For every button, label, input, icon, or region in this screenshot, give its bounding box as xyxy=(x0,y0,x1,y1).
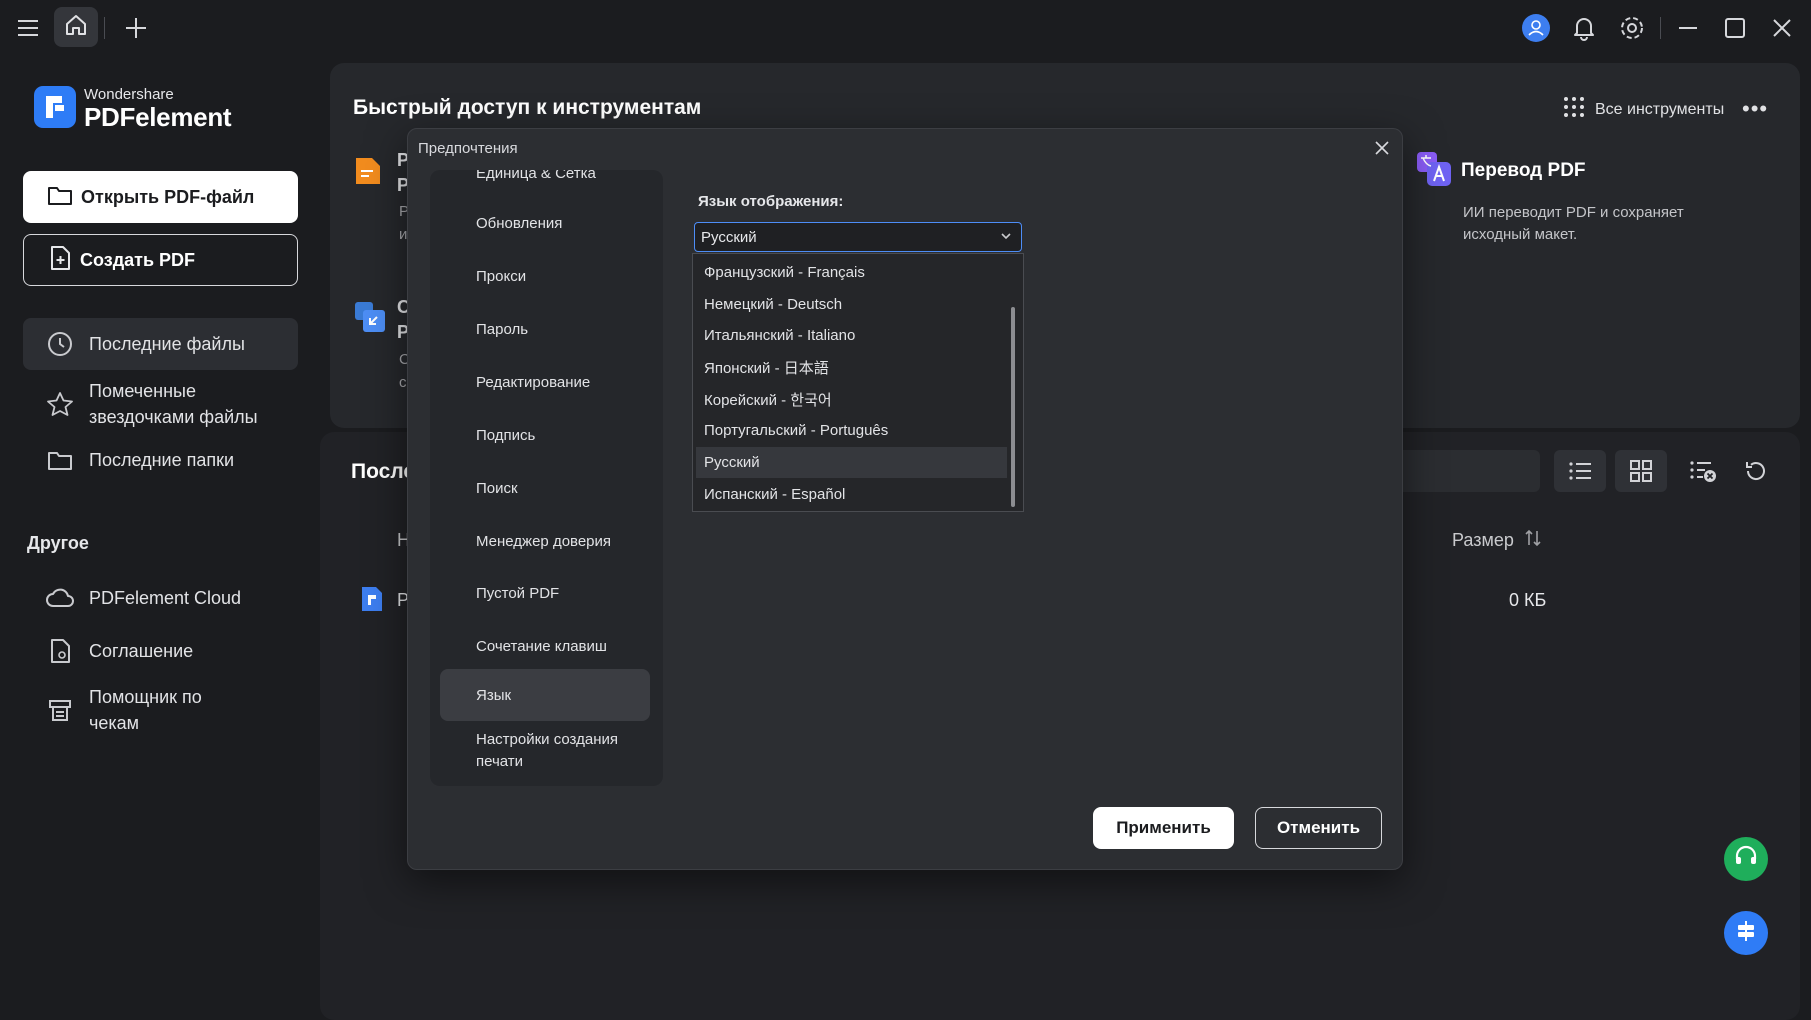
open-pdf-button[interactable]: Открыть PDF-файл xyxy=(23,171,298,223)
sidebar-item-label: Помощник по чекам xyxy=(89,687,202,733)
dialog-title: Предпочтения xyxy=(418,140,518,157)
pref-nav-item-trust-manager[interactable]: Менеджер доверия xyxy=(440,521,650,561)
sidebar-item-starred-files[interactable]: Помеченные звездочками файлы xyxy=(23,376,298,432)
sidebar-item-recent-folders[interactable]: Последние папки xyxy=(23,438,298,482)
all-tools-label: Все инструменты xyxy=(1595,100,1725,118)
tool-icon-orange[interactable] xyxy=(353,155,383,192)
grid-dots-icon xyxy=(1563,96,1585,123)
clear-list-icon[interactable] xyxy=(1677,450,1729,492)
pdf-file-icon xyxy=(360,585,384,618)
home-tab[interactable] xyxy=(54,7,98,47)
all-tools-button[interactable]: Все инструменты xyxy=(1563,96,1724,123)
plus-icon[interactable] xyxy=(120,12,152,44)
title-bar xyxy=(0,0,1811,54)
tool-desc-partial: с xyxy=(399,374,407,391)
pref-nav-item-password[interactable]: Пароль xyxy=(440,309,650,349)
pref-nav-item-shortcuts[interactable]: Сочетание клавиш xyxy=(440,626,650,666)
list-view-icon[interactable] xyxy=(1554,450,1606,492)
folder-icon xyxy=(47,184,81,211)
sidebar-item-label: Последние папки xyxy=(89,449,235,470)
apply-button[interactable]: Применить xyxy=(1093,807,1234,849)
pref-nav-item-updates[interactable]: Обновления xyxy=(440,203,650,243)
pref-nav-item-editing[interactable]: Редактирование xyxy=(440,362,650,402)
sidebar-item-agreement[interactable]: Соглашение xyxy=(23,629,298,673)
tools-fab-button[interactable] xyxy=(1724,911,1768,955)
gear-icon[interactable] xyxy=(1616,12,1648,44)
language-option[interactable]: Французский - Français xyxy=(696,257,1007,288)
refresh-icon[interactable] xyxy=(1730,450,1782,492)
column-size-label: Размер xyxy=(1452,530,1514,550)
language-select[interactable]: Русский xyxy=(694,222,1022,252)
column-size-header[interactable]: Размер xyxy=(1452,529,1542,552)
language-dropdown-list: Французский - Français Немецкий - Deutsc… xyxy=(692,253,1024,512)
cancel-button[interactable]: Отменить xyxy=(1255,807,1382,849)
recent-files-title: После xyxy=(351,460,416,483)
grid-view-icon[interactable] xyxy=(1615,450,1667,492)
language-option[interactable]: Португальский - Português xyxy=(696,415,1007,446)
search-input[interactable] xyxy=(1395,450,1540,492)
home-icon xyxy=(64,14,88,41)
bell-icon[interactable] xyxy=(1568,12,1600,44)
pref-nav-item-units[interactable]: Единица & Сетка xyxy=(440,170,650,188)
translate-icon[interactable] xyxy=(1415,150,1453,193)
sidebar-item-receipt-helper[interactable]: Помощник по чекам xyxy=(23,682,298,738)
sidebar-item-recent-files[interactable]: Последние файлы xyxy=(23,318,298,370)
sidebar-item-cloud[interactable]: PDFelement Cloud xyxy=(23,576,298,620)
translate-pdf-desc: ИИ переводит PDF и сохраняет исходный ма… xyxy=(1463,204,1684,243)
signpost-icon xyxy=(1733,918,1759,949)
create-pdf-label: Создать PDF xyxy=(80,249,196,270)
pref-nav-item-language[interactable]: Язык xyxy=(440,669,650,721)
cloud-icon xyxy=(45,587,75,609)
language-option[interactable]: Немецкий - Deutsch xyxy=(696,289,1007,320)
sidebar-item-label: Помеченные звездочками файлы xyxy=(89,381,258,427)
language-option[interactable]: Японский - 日本語 xyxy=(696,352,1007,383)
chevron-down-icon xyxy=(999,229,1013,247)
avatar-icon[interactable] xyxy=(1520,12,1552,44)
section-other-heading: Другое xyxy=(27,533,89,553)
language-label: Язык отображения: xyxy=(698,193,844,210)
dropdown-scrollbar[interactable] xyxy=(1011,307,1015,507)
pref-nav-item-signature[interactable]: Подпись xyxy=(440,415,650,455)
divider xyxy=(1660,17,1661,39)
dialog-close-icon[interactable] xyxy=(1370,136,1394,160)
brand-wondershare: Wondershare xyxy=(84,86,174,103)
minimize-icon[interactable] xyxy=(1672,12,1704,44)
maximize-icon[interactable] xyxy=(1719,12,1751,44)
brand-pdfelement: PDFelement xyxy=(84,102,232,132)
sidebar-item-label: PDFelement Cloud xyxy=(89,587,242,608)
receipt-icon xyxy=(45,697,75,723)
sidebar-item-label: Соглашение xyxy=(89,640,194,661)
quick-access-title: Быстрый доступ к инструментам xyxy=(353,96,702,119)
menu-icon[interactable] xyxy=(12,12,44,44)
clock-icon xyxy=(45,331,75,357)
headset-icon xyxy=(1733,844,1759,875)
language-option[interactable]: Итальянский - Italiano xyxy=(696,320,1007,351)
open-pdf-label: Открыть PDF-файл xyxy=(81,186,255,207)
pdfelement-logo xyxy=(34,86,76,128)
tool-icon-blue[interactable] xyxy=(353,300,387,339)
divider xyxy=(104,17,105,39)
file-size: 0 КБ xyxy=(1509,590,1547,610)
support-button[interactable] xyxy=(1724,837,1768,881)
star-icon xyxy=(45,391,75,417)
language-option-selected[interactable]: Русский xyxy=(696,447,1007,478)
pref-nav-item-search[interactable]: Поиск xyxy=(440,468,650,508)
preferences-nav: Единица & Сетка Обновления Прокси Пароль… xyxy=(430,170,663,786)
new-document-icon xyxy=(48,245,80,276)
pref-nav-item-blank-pdf[interactable]: Пустой PDF xyxy=(440,573,650,613)
pref-nav-item-print-settings[interactable]: Настройки создания печати xyxy=(440,726,650,776)
more-options-icon[interactable]: ••• xyxy=(1742,96,1768,122)
create-pdf-button[interactable]: Создать PDF xyxy=(23,234,298,286)
language-option[interactable]: Испанский - Español xyxy=(696,479,1007,510)
language-select-value: Русский xyxy=(701,228,757,246)
sort-icon xyxy=(1524,529,1542,552)
document-icon xyxy=(45,638,75,664)
folder-icon xyxy=(45,449,75,471)
translate-pdf-title[interactable]: Перевод PDF xyxy=(1461,160,1586,182)
sidebar-item-label: Последние файлы xyxy=(89,333,245,354)
close-icon[interactable] xyxy=(1766,12,1798,44)
language-option[interactable]: Корейский - 한국어 xyxy=(696,384,1007,415)
pref-nav-item-proxy[interactable]: Прокси xyxy=(440,256,650,296)
